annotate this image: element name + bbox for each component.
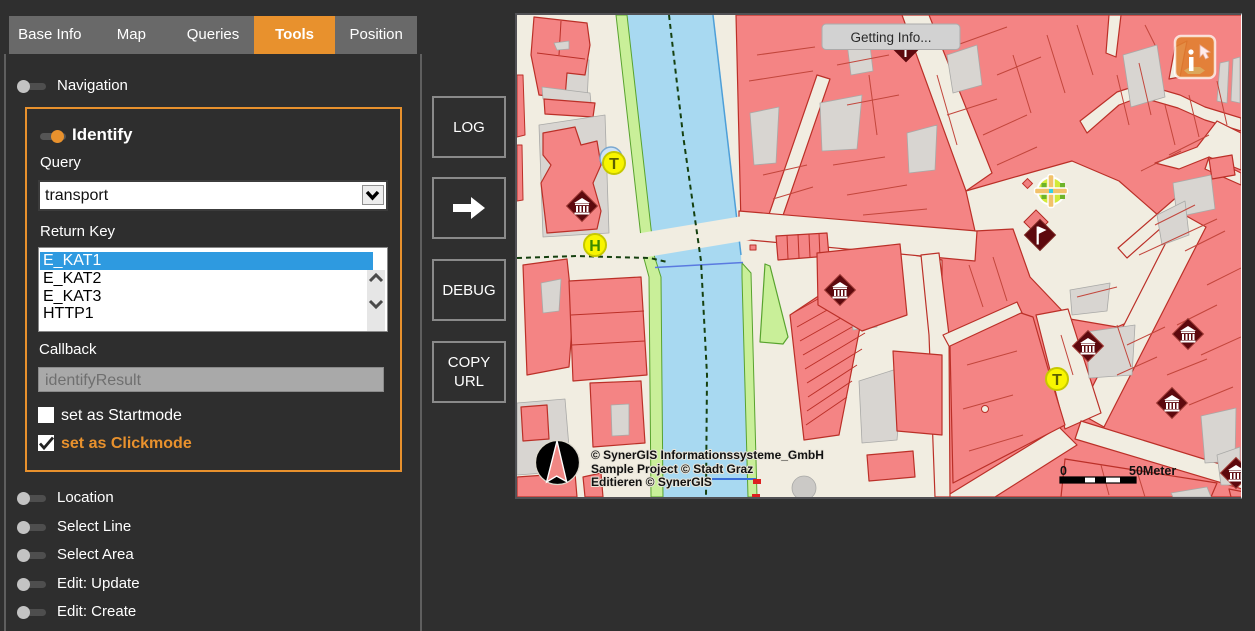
svg-text:Getting Info...: Getting Info... bbox=[850, 30, 931, 45]
svg-text:T: T bbox=[1052, 372, 1062, 389]
svg-text:Sample Project © Stadt Graz: Sample Project © Stadt Graz bbox=[591, 462, 753, 476]
svg-text:Editieren © SynerGIS: Editieren © SynerGIS bbox=[591, 475, 712, 489]
svg-text:50Meter: 50Meter bbox=[1129, 464, 1176, 478]
svg-text:T: T bbox=[609, 156, 619, 173]
svg-text:0: 0 bbox=[1060, 464, 1067, 478]
svg-text:© SynerGIS Informationssysteme: © SynerGIS Informationssysteme_GmbH bbox=[591, 448, 824, 462]
svg-text:H: H bbox=[589, 238, 601, 255]
